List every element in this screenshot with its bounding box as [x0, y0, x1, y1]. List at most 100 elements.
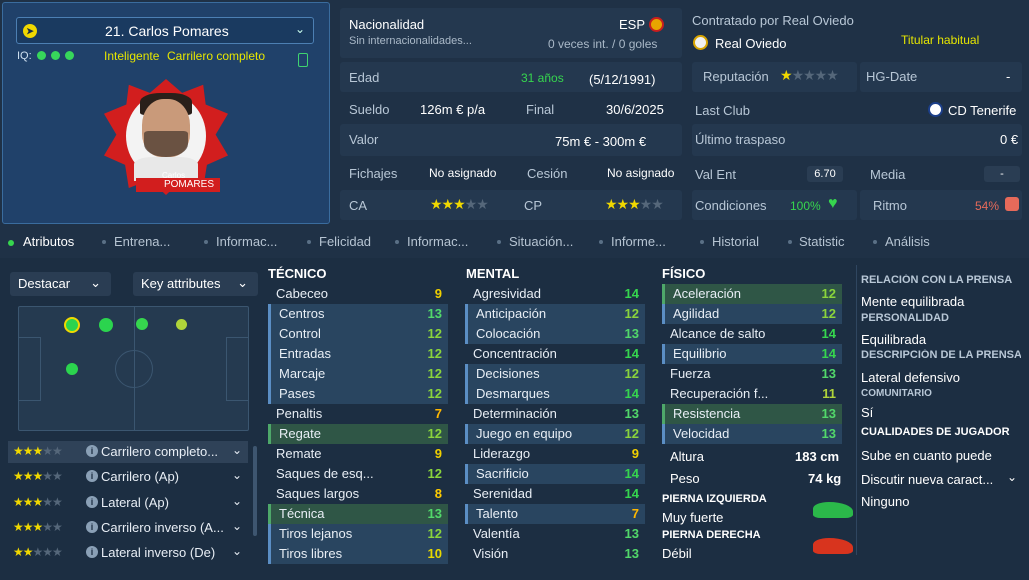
- position-dot[interactable]: [136, 318, 148, 330]
- position-dot[interactable]: [99, 318, 113, 332]
- attribute-row[interactable]: Colocación 13: [465, 324, 645, 344]
- attribute-row[interactable]: Decisiones 12: [465, 364, 645, 384]
- attribute-row[interactable]: Concentración 14: [465, 344, 645, 364]
- iq-label: IQ:: [17, 50, 32, 62]
- chevron-down-icon[interactable]: ⌄: [232, 443, 242, 457]
- key-attributes-dropdown[interactable]: Key attributes ⌄: [133, 272, 258, 296]
- role-row[interactable]: ★★★★★ i Lateral inverso (De) ⌄: [8, 542, 248, 564]
- attribute-row[interactable]: Pases 12: [268, 384, 448, 404]
- attribute-row[interactable]: Anticipación 12: [465, 304, 645, 324]
- chevron-down-icon[interactable]: ⌄: [232, 468, 242, 482]
- player-pin-icon[interactable]: ➤: [23, 24, 37, 38]
- role-name: Lateral inverso (De): [101, 545, 216, 560]
- attribute-row[interactable]: Agilidad 12: [662, 304, 842, 324]
- position-dot[interactable]: [66, 363, 78, 375]
- attribute-row[interactable]: Saques largos 8: [268, 484, 448, 504]
- club-name[interactable]: Real Oviedo: [715, 36, 787, 51]
- attribute-row[interactable]: Recuperación f... 11: [662, 384, 842, 404]
- attribute-row[interactable]: Talento 7: [465, 504, 645, 524]
- last-club-value[interactable]: CD Tenerife: [948, 103, 1016, 118]
- chevron-down-icon[interactable]: ⌄: [232, 494, 242, 508]
- tab-statistics[interactable]: Statistic: [799, 234, 845, 249]
- age-label: Edad: [349, 70, 380, 85]
- tab-analysis[interactable]: Análisis: [885, 234, 930, 249]
- info-icon[interactable]: i: [86, 521, 98, 533]
- info-icon[interactable]: i: [86, 546, 98, 558]
- media-value: -: [984, 166, 1020, 182]
- attribute-row[interactable]: Liderazgo 9: [465, 444, 645, 464]
- role-row[interactable]: ★★★★★ i Carrilero inverso (A... ⌄: [8, 517, 248, 539]
- player-name-selector[interactable]: ➤ 21. Carlos Pomares ⌄: [16, 17, 314, 44]
- attribute-value: 14: [624, 466, 639, 481]
- chevron-down-icon[interactable]: ⌄: [232, 544, 242, 558]
- position-pitch[interactable]: [18, 306, 249, 431]
- cp-label: CP: [524, 198, 543, 213]
- attribute-row[interactable]: Desmarques 14: [465, 384, 645, 404]
- tab-scout-report[interactable]: Informe...: [611, 234, 666, 249]
- attribute-value: 7: [434, 406, 442, 421]
- attribute-row[interactable]: Determinación 13: [465, 404, 645, 424]
- physical-header: FÍSICO: [662, 266, 706, 281]
- chevron-down-icon[interactable]: ⌄: [232, 519, 242, 533]
- player-trait-3: Ninguno: [861, 494, 910, 509]
- player-trait-2[interactable]: Discutir nueva caract...: [861, 472, 993, 487]
- attribute-row[interactable]: Centros 13: [268, 304, 448, 324]
- attribute-row[interactable]: Cabeceo 9: [268, 284, 448, 304]
- attribute-row[interactable]: Tiros libres 10: [268, 544, 448, 564]
- attribute-row[interactable]: Penaltis 7: [268, 404, 448, 424]
- position-dot[interactable]: [176, 319, 187, 330]
- info-icon[interactable]: i: [86, 496, 98, 508]
- clipboard-icon[interactable]: [298, 53, 308, 67]
- attribute-value: 14: [624, 386, 639, 401]
- attribute-row[interactable]: Juego en equipo 12: [465, 424, 645, 444]
- intl-value: 0 veces int. / 0 goles: [548, 37, 658, 51]
- chevron-down-icon[interactable]: ⌄: [295, 22, 305, 36]
- highlight-dropdown[interactable]: Destacar ⌄: [10, 272, 111, 296]
- attribute-row[interactable]: Alcance de salto 14: [662, 324, 842, 344]
- attribute-row[interactable]: Marcaje 12: [268, 364, 448, 384]
- tab-happiness[interactable]: Felicidad: [319, 234, 371, 249]
- role-row[interactable]: ★★★★★ i Carrilero (Ap) ⌄: [8, 466, 248, 488]
- attribute-row[interactable]: Saques de esq... 12: [268, 464, 448, 484]
- attribute-row[interactable]: Sacrificio 14: [465, 464, 645, 484]
- attribute-value: 12: [624, 426, 639, 441]
- attribute-name: Resistencia: [673, 406, 741, 421]
- valent-value: 6.70: [807, 166, 843, 182]
- key-attributes-label: Key attributes: [141, 276, 221, 291]
- ca-stars: ★★★★★: [430, 196, 489, 212]
- chevron-down-icon: ⌄: [90, 275, 101, 290]
- info-icon[interactable]: i: [86, 445, 98, 457]
- role-row[interactable]: ★★★★★ i Lateral (Ap) ⌄: [8, 492, 248, 514]
- attribute-row[interactable]: Técnica 13: [268, 504, 448, 524]
- attribute-row[interactable]: Agresividad 14: [465, 284, 645, 304]
- attribute-row[interactable]: Serenidad 14: [465, 484, 645, 504]
- attribute-row[interactable]: Valentía 13: [465, 524, 645, 544]
- player-trait-1: Sube en cuanto puede: [861, 448, 992, 463]
- info-icon[interactable]: i: [86, 470, 98, 482]
- tab-info[interactable]: Informac...: [216, 234, 277, 249]
- attribute-row[interactable]: Tiros lejanos 12: [268, 524, 448, 544]
- tab-training[interactable]: Entrena...: [114, 234, 170, 249]
- attribute-row[interactable]: Equilibrio 14: [662, 344, 842, 364]
- attribute-row[interactable]: Remate 9: [268, 444, 448, 464]
- tab-history[interactable]: Historial: [712, 234, 759, 249]
- attribute-row[interactable]: Entradas 12: [268, 344, 448, 364]
- position-dot-primary[interactable]: [64, 317, 80, 333]
- attribute-row[interactable]: Regate 12: [268, 424, 448, 444]
- attribute-row[interactable]: Resistencia 13: [662, 404, 842, 424]
- role-row[interactable]: ★★★★★ i Carrilero completo... ⌄: [8, 441, 248, 463]
- highlight-label: Destacar: [18, 276, 71, 291]
- attribute-row[interactable]: Velocidad 13: [662, 424, 842, 444]
- attribute-row[interactable]: Control 12: [268, 324, 448, 344]
- attribute-value: 13: [624, 406, 639, 421]
- attribute-row[interactable]: Fuerza 13: [662, 364, 842, 384]
- roles-scrollbar[interactable]: [253, 446, 257, 536]
- attribute-row[interactable]: Visión 13: [465, 544, 645, 564]
- attribute-name: Desmarques: [476, 386, 550, 401]
- tab-attributes[interactable]: Atributos: [23, 234, 74, 249]
- tab-situation[interactable]: Situación...: [509, 234, 573, 249]
- attribute-value: 9: [434, 286, 442, 301]
- chevron-down-icon[interactable]: ⌄: [1007, 470, 1017, 484]
- tab-report[interactable]: Informac...: [407, 234, 468, 249]
- attribute-row[interactable]: Aceleración 12: [662, 284, 842, 304]
